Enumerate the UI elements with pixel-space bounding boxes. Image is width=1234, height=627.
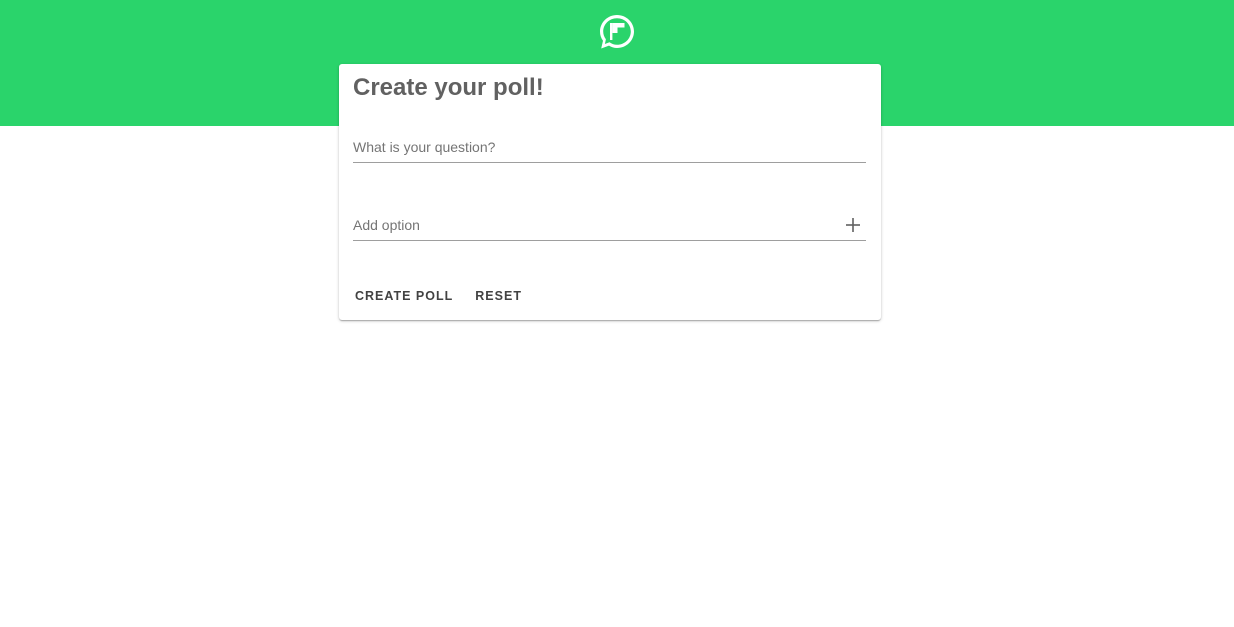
- chat-flag-icon: [600, 15, 634, 49]
- card-actions: CREATE POLL RESET: [347, 283, 530, 309]
- question-input[interactable]: [353, 136, 833, 158]
- plus-icon: [846, 218, 860, 232]
- card-title: Create your poll!: [353, 74, 544, 101]
- reset-button[interactable]: RESET: [467, 283, 530, 309]
- question-field: [353, 132, 866, 163]
- create-poll-card: Create your poll! CREATE POLL RESET: [339, 64, 881, 320]
- add-option-input[interactable]: [353, 214, 833, 236]
- create-poll-button[interactable]: CREATE POLL: [347, 283, 461, 309]
- option-field: [353, 210, 866, 241]
- page: Create your poll! CREATE POLL RESET: [0, 0, 1234, 627]
- add-option-button[interactable]: [840, 212, 866, 238]
